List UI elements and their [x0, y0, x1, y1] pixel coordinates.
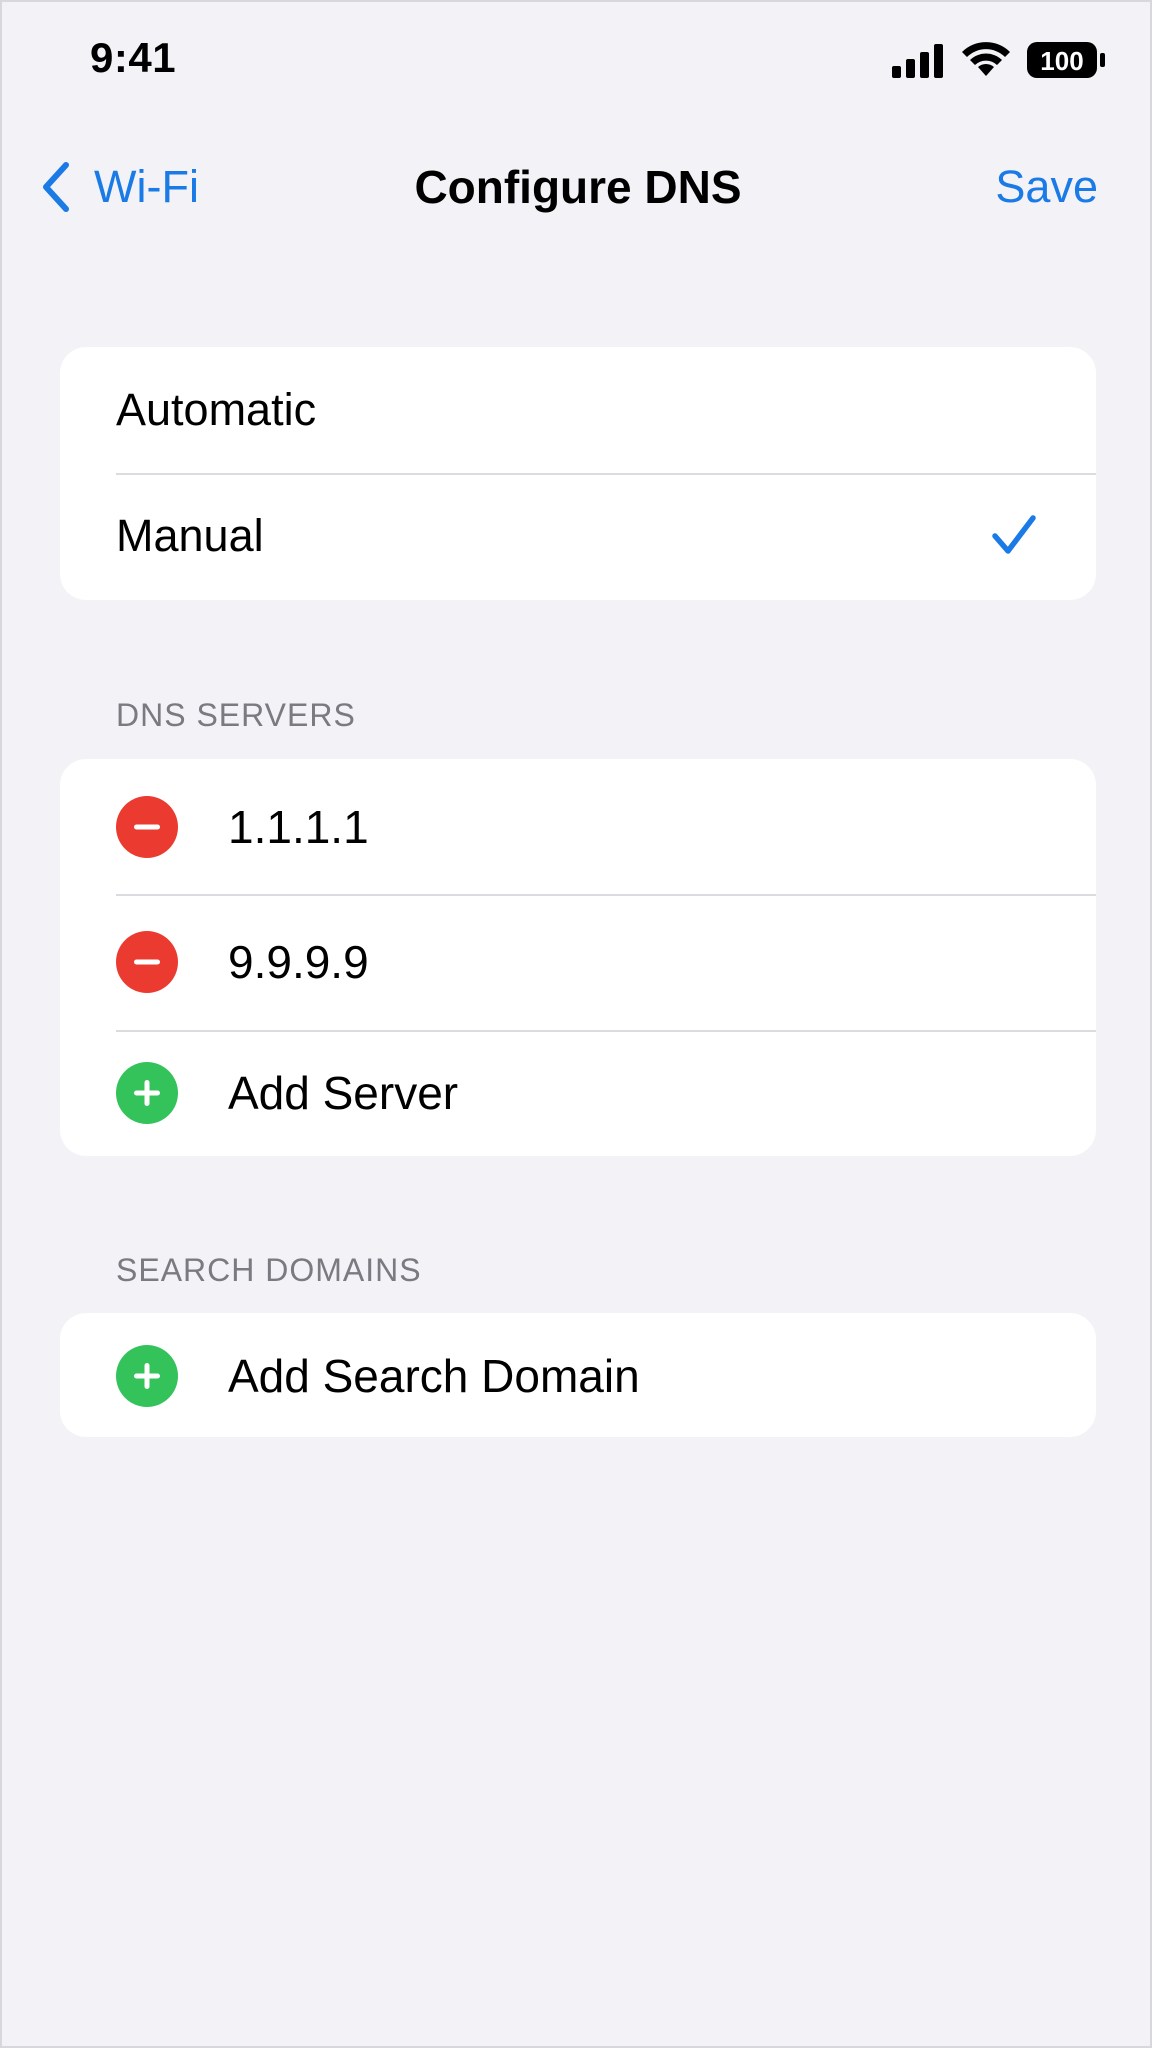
- status-bar: 9:41 100: [2, 2, 1152, 122]
- mode-option-label: Manual: [116, 510, 264, 561]
- add-server-button[interactable]: [116, 1062, 178, 1124]
- mode-option-label: Automatic: [116, 384, 317, 435]
- dns-server-address[interactable]: 9.9.9.9: [228, 935, 369, 989]
- add-search-domain-button[interactable]: [116, 1345, 178, 1407]
- search-domains-group: Add Search Domain: [60, 1313, 1096, 1437]
- plus-icon: [134, 1080, 160, 1106]
- screen: 9:41 100 Wi-Fi Configure DNS Save Automa…: [0, 0, 1152, 2048]
- remove-server-button[interactable]: [116, 931, 178, 993]
- battery-level: 100: [1040, 46, 1083, 76]
- minus-icon: [134, 824, 160, 829]
- dns-mode-group: Automatic Manual: [60, 347, 1096, 600]
- dns-server-address[interactable]: 1.1.1.1: [228, 800, 369, 854]
- mode-option-manual[interactable]: Manual: [60, 473, 1096, 599]
- checkmark-icon: [992, 515, 1036, 554]
- dns-server-row[interactable]: 1.1.1.1: [60, 759, 1096, 894]
- page-title: Configure DNS: [414, 161, 742, 213]
- save-button[interactable]: Save: [995, 156, 1098, 218]
- wifi-icon: [962, 42, 1010, 76]
- search-domains-header: SEARCH DOMAINS: [116, 1252, 422, 1288]
- mode-option-automatic[interactable]: Automatic: [60, 347, 1096, 473]
- add-server-row[interactable]: Add Server: [60, 1030, 1096, 1156]
- add-search-domain-label: Add Search Domain: [228, 1350, 640, 1402]
- dns-server-row[interactable]: 9.9.9.9: [60, 894, 1096, 1030]
- battery-icon: 100: [1027, 42, 1105, 78]
- cellular-signal-icon: [892, 44, 943, 78]
- navigation-bar: Wi-Fi Configure DNS Save: [2, 142, 1152, 232]
- add-server-label: Add Server: [228, 1067, 459, 1119]
- status-time: 9:41: [90, 34, 177, 81]
- dns-servers-header: DNS SERVERS: [116, 697, 356, 733]
- dns-servers-group: 1.1.1.1 9.9.9.9 Add Server: [60, 759, 1096, 1156]
- minus-icon: [134, 959, 160, 965]
- add-search-domain-row[interactable]: Add Search Domain: [60, 1313, 1096, 1437]
- remove-server-button[interactable]: [116, 795, 178, 858]
- plus-icon: [134, 1363, 160, 1389]
